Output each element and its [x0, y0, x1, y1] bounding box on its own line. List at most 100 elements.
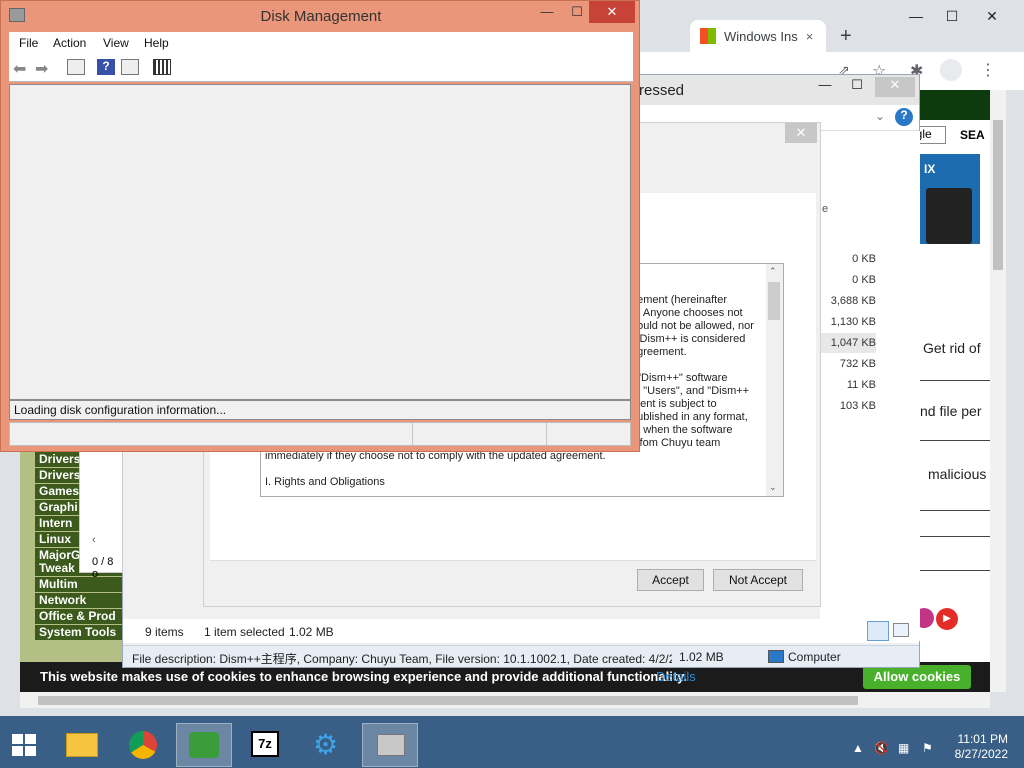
divider — [920, 380, 990, 381]
minimize-button[interactable]: — — [531, 1, 563, 23]
toolbar: ⬅ ➡ ? — [9, 54, 633, 82]
cookie-message: This website makes use of cookies to enh… — [40, 669, 688, 684]
browser-minimize-button[interactable]: — — [896, 8, 936, 32]
sidebar-link-system-tools[interactable]: System Tools — [35, 625, 125, 640]
explorer-close-button[interactable]: ✕ — [875, 77, 915, 97]
status-divider — [546, 423, 547, 445]
divider — [920, 440, 990, 441]
help-icon[interactable]: ? — [895, 108, 913, 126]
sidebar-link-networking[interactable]: Network — [35, 593, 125, 608]
action-center-icon[interactable]: ⚑ — [922, 741, 933, 755]
menu-action[interactable]: Action — [53, 36, 86, 50]
taskbar-7zip[interactable]: 7z — [238, 723, 294, 767]
taskbar-chrome[interactable] — [116, 723, 172, 767]
close-button[interactable]: ✕ — [589, 1, 635, 23]
status-bar — [9, 422, 631, 446]
forward-arrow-icon[interactable]: ➡ — [35, 59, 53, 78]
disk-management-window: Disk Management — ☐ ✕ File Action View H… — [0, 0, 640, 452]
vertical-scrollbar[interactable] — [990, 90, 1006, 692]
windows-logo-icon — [700, 28, 716, 44]
show-action-pane-icon[interactable] — [121, 59, 139, 75]
windows-logo-pane — [12, 746, 23, 756]
menu-view[interactable]: View — [103, 36, 129, 50]
article-snippet[interactable]: nd file per — [920, 403, 981, 419]
tab-label: Windows Ins — [724, 28, 798, 44]
start-button[interactable] — [12, 734, 38, 756]
clock[interactable]: 11:01 PM 8/27/2022 — [950, 732, 1008, 762]
windows-logo-icon — [12, 734, 23, 744]
navigation-pane: 0 / 8 o ‹ — [79, 447, 123, 580]
show-hide-console-tree-icon[interactable] — [67, 59, 85, 75]
show-hidden-icons-chevron-icon[interactable]: ▲ — [852, 741, 864, 755]
dialog-close-button[interactable]: ✕ — [785, 123, 817, 143]
location-label: Computer — [788, 650, 841, 664]
license-section-heading: I. Rights and Obligations — [265, 476, 385, 488]
not-accept-button[interactable]: Not Accept — [713, 569, 803, 591]
computer-icon — [768, 650, 784, 663]
taskbar-dism[interactable]: ⚙ — [300, 723, 356, 767]
chevron-up-icon[interactable]: ⌃ — [769, 266, 777, 277]
divider — [920, 570, 990, 571]
license-line: s Dism++ is considered — [631, 333, 746, 345]
gear-icon: ⚙ — [313, 729, 339, 760]
dialog-footer: Accept Not Accept — [210, 560, 816, 601]
file-size-info: 1.02 MB — [679, 650, 724, 664]
back-arrow-icon[interactable]: ⬅ — [13, 59, 31, 78]
horizontal-scrollbar[interactable] — [20, 692, 990, 708]
download-manager-icon — [189, 732, 219, 758]
chevron-down-icon[interactable]: ⌄ — [769, 482, 777, 493]
folder-icon — [66, 733, 98, 757]
browser-close-button[interactable]: ✕ — [972, 8, 1012, 32]
details-view-icon[interactable] — [867, 621, 889, 641]
menu-help[interactable]: Help — [144, 36, 169, 50]
menu-kebab-icon[interactable]: ⋮ — [980, 60, 996, 80]
license-line: eement (hereinafter — [631, 294, 727, 306]
help-icon[interactable]: ? — [97, 59, 115, 75]
scroll-thumb[interactable] — [38, 696, 858, 705]
chrome-icon — [129, 731, 157, 759]
explorer-minimize-button[interactable]: — — [811, 77, 839, 97]
menu-file[interactable]: File — [19, 36, 38, 50]
volume-muted-icon[interactable]: 🔇 — [874, 741, 889, 755]
allow-cookies-button[interactable]: Allow cookies — [863, 665, 971, 689]
clock-date: 8/27/2022 — [954, 747, 1008, 761]
clock-time: 11:01 PM — [957, 732, 1008, 746]
accept-button[interactable]: Accept — [637, 569, 704, 591]
browser-maximize-button[interactable]: ☐ — [932, 8, 972, 32]
new-tab-button[interactable]: + — [830, 20, 860, 52]
taskbar-file-explorer[interactable] — [54, 723, 110, 767]
ad-text: IX — [924, 162, 936, 176]
windows-logo-pane — [25, 734, 36, 744]
profile-avatar[interactable] — [940, 59, 962, 81]
selection-size: 1.02 MB — [289, 625, 334, 639]
scroll-thumb[interactable] — [768, 282, 780, 320]
file-list: e 0 KB 0 KB 3,688 KB 1,130 KB 1,047 KB 7… — [796, 131, 920, 641]
browser-tab-windows-insider[interactable]: Windows Ins × — [690, 20, 826, 52]
network-icon[interactable]: ▦ — [898, 741, 909, 755]
taskbar-download-manager[interactable] — [176, 723, 232, 767]
youtube-icon[interactable]: ▶ — [936, 608, 958, 630]
tab-close-icon[interactable]: × — [806, 29, 814, 44]
license-line: hould not be allowed, nor — [631, 320, 754, 332]
license-line: nt when the software — [631, 424, 733, 436]
explorer-status-bar: 9 items 1 item selected 1.02 MB — [123, 619, 919, 643]
disk-management-icon — [377, 734, 405, 756]
taskbar-disk-management[interactable] — [362, 723, 418, 767]
chevron-left-icon[interactable]: ‹ — [92, 534, 96, 546]
scroll-thumb[interactable] — [993, 120, 1003, 270]
site-search-button[interactable]: SEA — [960, 128, 985, 142]
column-header[interactable]: e — [822, 203, 828, 215]
status-divider — [412, 423, 413, 445]
advertisement[interactable]: IX — [920, 154, 980, 244]
article-snippet[interactable]: malicious — [928, 466, 986, 482]
sidebar-link-office[interactable]: Office & Prod — [35, 609, 125, 624]
cookie-details-link[interactable]: Details — [656, 669, 696, 684]
divider — [920, 510, 990, 511]
explorer-maximize-button[interactable]: ☐ — [843, 77, 871, 97]
properties-icon[interactable] — [153, 59, 171, 75]
article-snippet[interactable]: Get rid of — [923, 340, 981, 356]
disk-list-pane — [9, 84, 631, 400]
large-icons-view-icon[interactable] — [893, 623, 909, 637]
item-count: 9 items — [145, 625, 184, 639]
chevron-down-icon[interactable]: ⌄ — [875, 109, 885, 123]
